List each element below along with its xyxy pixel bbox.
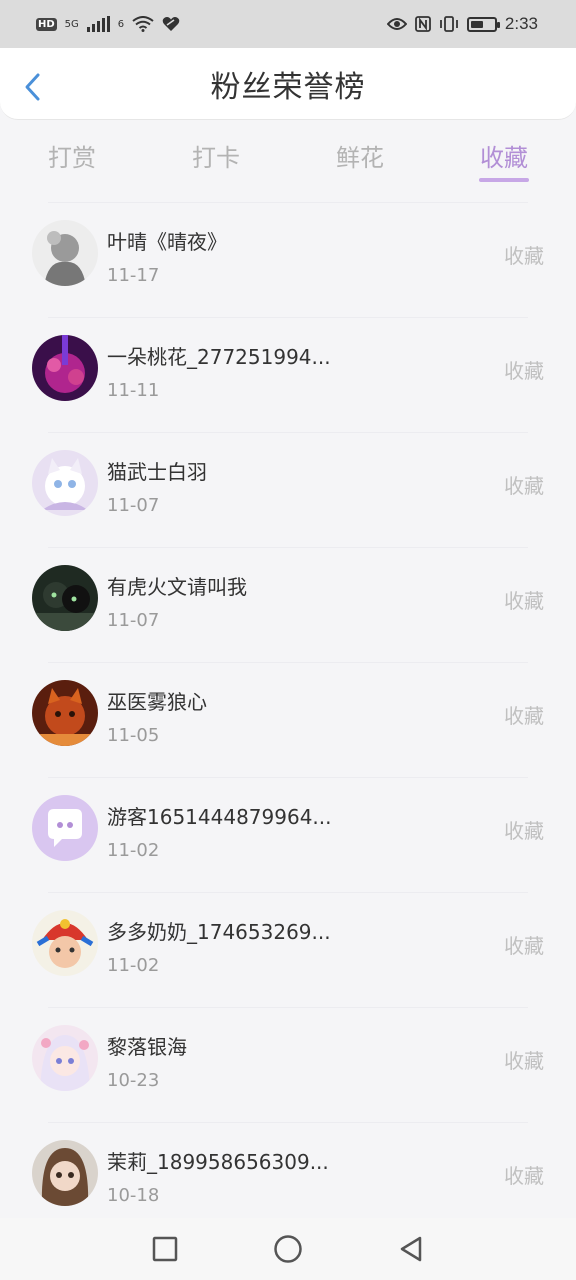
list-item[interactable]: 多多奶奶_174653269... 11-02 收藏 [0,890,576,1005]
status-bar: HD 5G 6 2:33 [0,0,576,48]
avatar[interactable] [32,680,98,746]
list-item[interactable]: 一朵桃花_277251994... 11-11 收藏 [0,315,576,430]
eye-icon [386,18,407,30]
user-name: 巫医雾狼心 [107,690,207,714]
item-date: 10-18 [107,1185,160,1206]
avatar[interactable] [32,220,98,286]
item-date: 10-23 [107,1070,160,1091]
item-date: 11-17 [107,265,160,286]
user-name: 一朵桃花_277251994... [107,345,331,369]
list-item[interactable]: 茉莉_189958656309... 10-18 收藏 [0,1120,576,1218]
triangle-back-icon [400,1236,422,1262]
item-info: 叶晴《晴夜》 11-17 [107,226,227,286]
user-name: 猫武士白羽 [107,460,207,484]
item-info: 有虎火文请叫我 11-07 [107,571,247,631]
back-nav-button[interactable] [350,1235,473,1263]
avatar[interactable] [32,450,98,516]
list-item[interactable]: 猫武士白羽 11-07 收藏 [0,430,576,545]
item-info: 黎落银海 10-23 [107,1031,187,1091]
avatar[interactable] [32,910,98,976]
list-item[interactable]: 有虎火文请叫我 11-07 收藏 [0,545,576,660]
active-tab-indicator [479,178,529,182]
favorite-label: 收藏 [504,1049,544,1073]
back-button[interactable] [18,72,48,102]
list-item[interactable]: 游客1651444879964... 11-02 收藏 [0,775,576,890]
tab-flowers[interactable]: 鲜花 [288,120,432,202]
favorite-label: 收藏 [504,359,544,383]
user-name: 茉莉_189958656309... [107,1150,329,1174]
square-recents-icon [152,1236,178,1262]
wifi-tag: 6 [117,18,125,30]
item-date: 11-02 [107,955,160,976]
network-type: 5G [64,18,79,30]
home-button[interactable] [227,1234,350,1264]
status-left: HD 5G 6 [36,16,180,32]
list-item[interactable]: 黎落银海 10-23 收藏 [0,1005,576,1120]
user-name: 叶晴《晴夜》 [107,230,227,254]
hd-badge: HD [36,17,57,31]
item-date: 11-07 [107,610,160,631]
item-info: 多多奶奶_174653269... 11-02 [107,916,331,976]
tab-label: 打卡 [192,144,240,172]
vibrate-icon [440,16,458,32]
favorite-label: 收藏 [504,819,544,843]
item-date: 11-02 [107,840,160,861]
battery-icon [466,16,500,32]
item-info: 猫武士白羽 11-07 [107,456,207,516]
tab-label: 打赏 [48,144,96,172]
favorite-label: 收藏 [504,934,544,958]
item-info: 茉莉_189958656309... 10-18 [107,1146,329,1206]
favorite-label: 收藏 [504,474,544,498]
tab-tip[interactable]: 打赏 [0,120,144,202]
page-title: 粉丝荣誉榜 [210,69,366,105]
avatar[interactable] [32,1140,98,1206]
avatar[interactable] [32,335,98,401]
list-item[interactable]: 巫医雾狼心 11-05 收藏 [0,660,576,775]
item-info: 巫医雾狼心 11-05 [107,686,207,746]
fan-list: 叶晴《晴夜》 11-17 收藏 一朵桃花_277251994... 11-11 … [0,200,576,1218]
tab-label: 鲜花 [336,144,384,172]
item-info: 一朵桃花_277251994... 11-11 [107,341,331,401]
avatar[interactable] [32,795,98,861]
user-name: 黎落银海 [107,1035,187,1059]
wifi-icon [132,16,154,32]
user-name: 有虎火文请叫我 [107,575,247,599]
avatar[interactable] [32,565,98,631]
favorite-label: 收藏 [504,244,544,268]
tab-label: 收藏 [480,144,528,172]
status-right: 2:33 [386,14,538,34]
favorite-label: 收藏 [504,589,544,613]
page-header: 粉丝荣誉榜 [0,48,576,120]
circle-home-icon [274,1235,302,1263]
signal-icon [86,16,110,32]
link-heart-icon [162,17,180,31]
item-date: 11-05 [107,725,160,746]
nfc-icon [415,16,431,32]
tab-checkin[interactable]: 打卡 [144,120,288,202]
tab-favorites[interactable]: 收藏 [432,120,576,202]
user-name: 游客1651444879964... [107,805,332,829]
list-item[interactable]: 叶晴《晴夜》 11-17 收藏 [0,200,576,315]
system-nav-bar [0,1218,576,1280]
item-info: 游客1651444879964... 11-02 [107,801,332,861]
avatar[interactable] [32,1025,98,1091]
item-date: 11-11 [107,380,160,401]
chevron-left-icon [25,73,40,101]
item-date: 11-07 [107,495,160,516]
favorite-label: 收藏 [504,704,544,728]
favorite-label: 收藏 [504,1164,544,1188]
user-name: 多多奶奶_174653269... [107,920,331,944]
clock: 2:33 [504,14,538,33]
tab-bar: 打赏 打卡 鲜花 收藏 [0,120,576,202]
recents-button[interactable] [104,1236,227,1262]
